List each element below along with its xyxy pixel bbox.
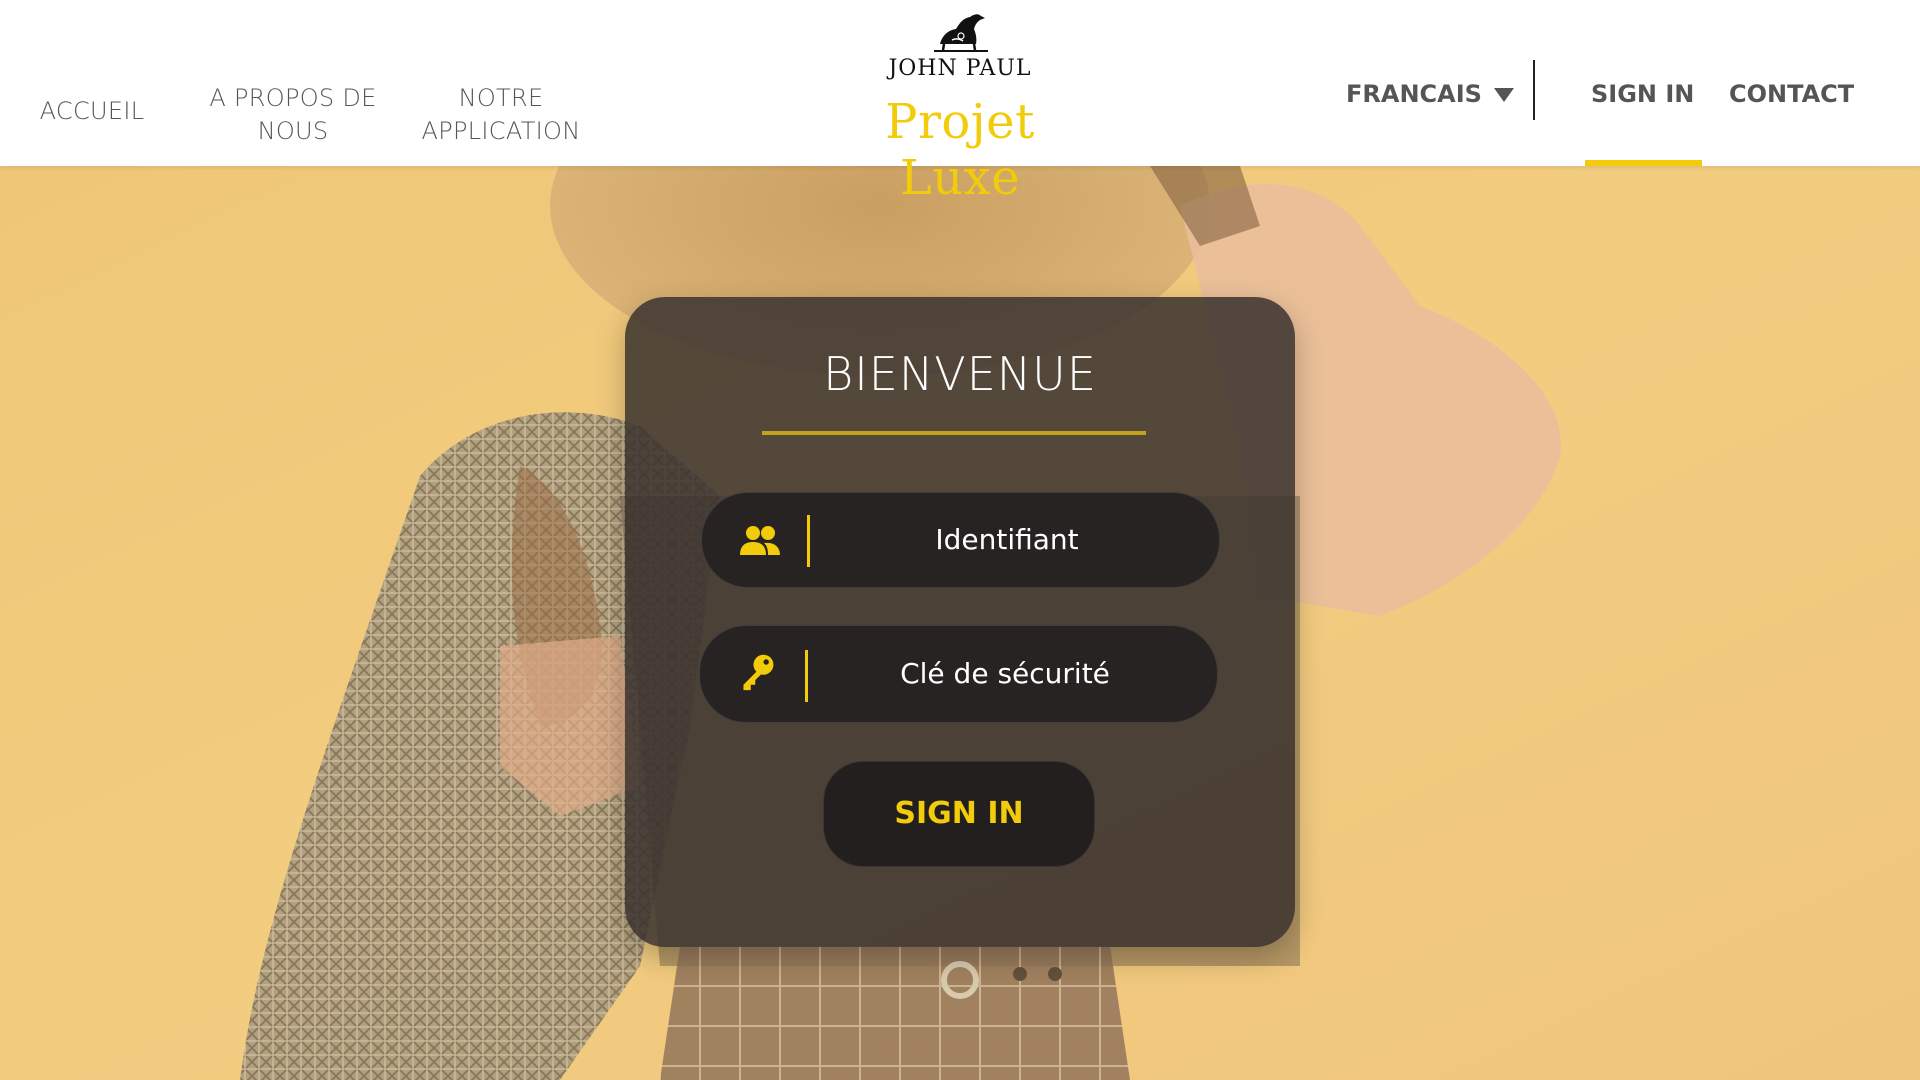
login-card: BIENVENUE Identifiant Clé de sécurité SI…	[625, 297, 1295, 947]
login-title: BIENVENUE	[823, 347, 1097, 401]
top-navbar: ACCUEIL A PROPOS DE NOUS NOTRE APPLICATI…	[0, 0, 1920, 206]
active-tab-indicator	[1585, 160, 1702, 166]
sign-in-button[interactable]: SIGN IN	[823, 761, 1095, 867]
nav-notre-application[interactable]: NOTRE APPLICATION	[410, 82, 592, 152]
nav-a-propos-label-line1: A PROPOS DE	[209, 84, 377, 112]
nav-application-label-line2: APPLICATION	[421, 117, 581, 145]
caret-down-icon	[1493, 88, 1514, 102]
nav-divider	[1533, 60, 1535, 120]
site-logo[interactable]: JOHN PAUL Projet Luxe	[830, 8, 1090, 206]
security-key-placeholder: Clé de sécurité	[900, 657, 1110, 690]
language-label: FRANCAIS	[1346, 80, 1482, 108]
nav-accueil-label: ACCUEIL	[39, 97, 145, 125]
nav-a-propos[interactable]: A PROPOS DE NOUS	[202, 82, 384, 152]
identifier-placeholder: Identifiant	[935, 523, 1079, 556]
field-separator	[807, 515, 810, 567]
logo-site-title: Projet Luxe	[885, 94, 1035, 206]
field-separator	[805, 650, 808, 702]
security-key-field[interactable]: Clé de sécurité	[699, 625, 1218, 723]
logo-brand-name: JOHN PAUL	[888, 56, 1032, 81]
greyhound-logo-icon	[934, 14, 988, 52]
nav-sign-in[interactable]: SIGN IN	[1591, 76, 1694, 112]
nav-a-propos-label-line2: NOUS	[257, 117, 329, 145]
users-icon	[740, 526, 780, 555]
nav-accueil[interactable]: ACCUEIL	[36, 95, 148, 165]
identifier-field[interactable]: Identifiant	[701, 492, 1220, 588]
nav-application-label-line1: NOTRE	[458, 84, 544, 112]
title-underline	[762, 431, 1146, 435]
language-dropdown[interactable]: FRANCAIS	[1346, 76, 1514, 112]
nav-contact[interactable]: CONTACT	[1729, 76, 1854, 112]
key-icon	[743, 654, 774, 691]
